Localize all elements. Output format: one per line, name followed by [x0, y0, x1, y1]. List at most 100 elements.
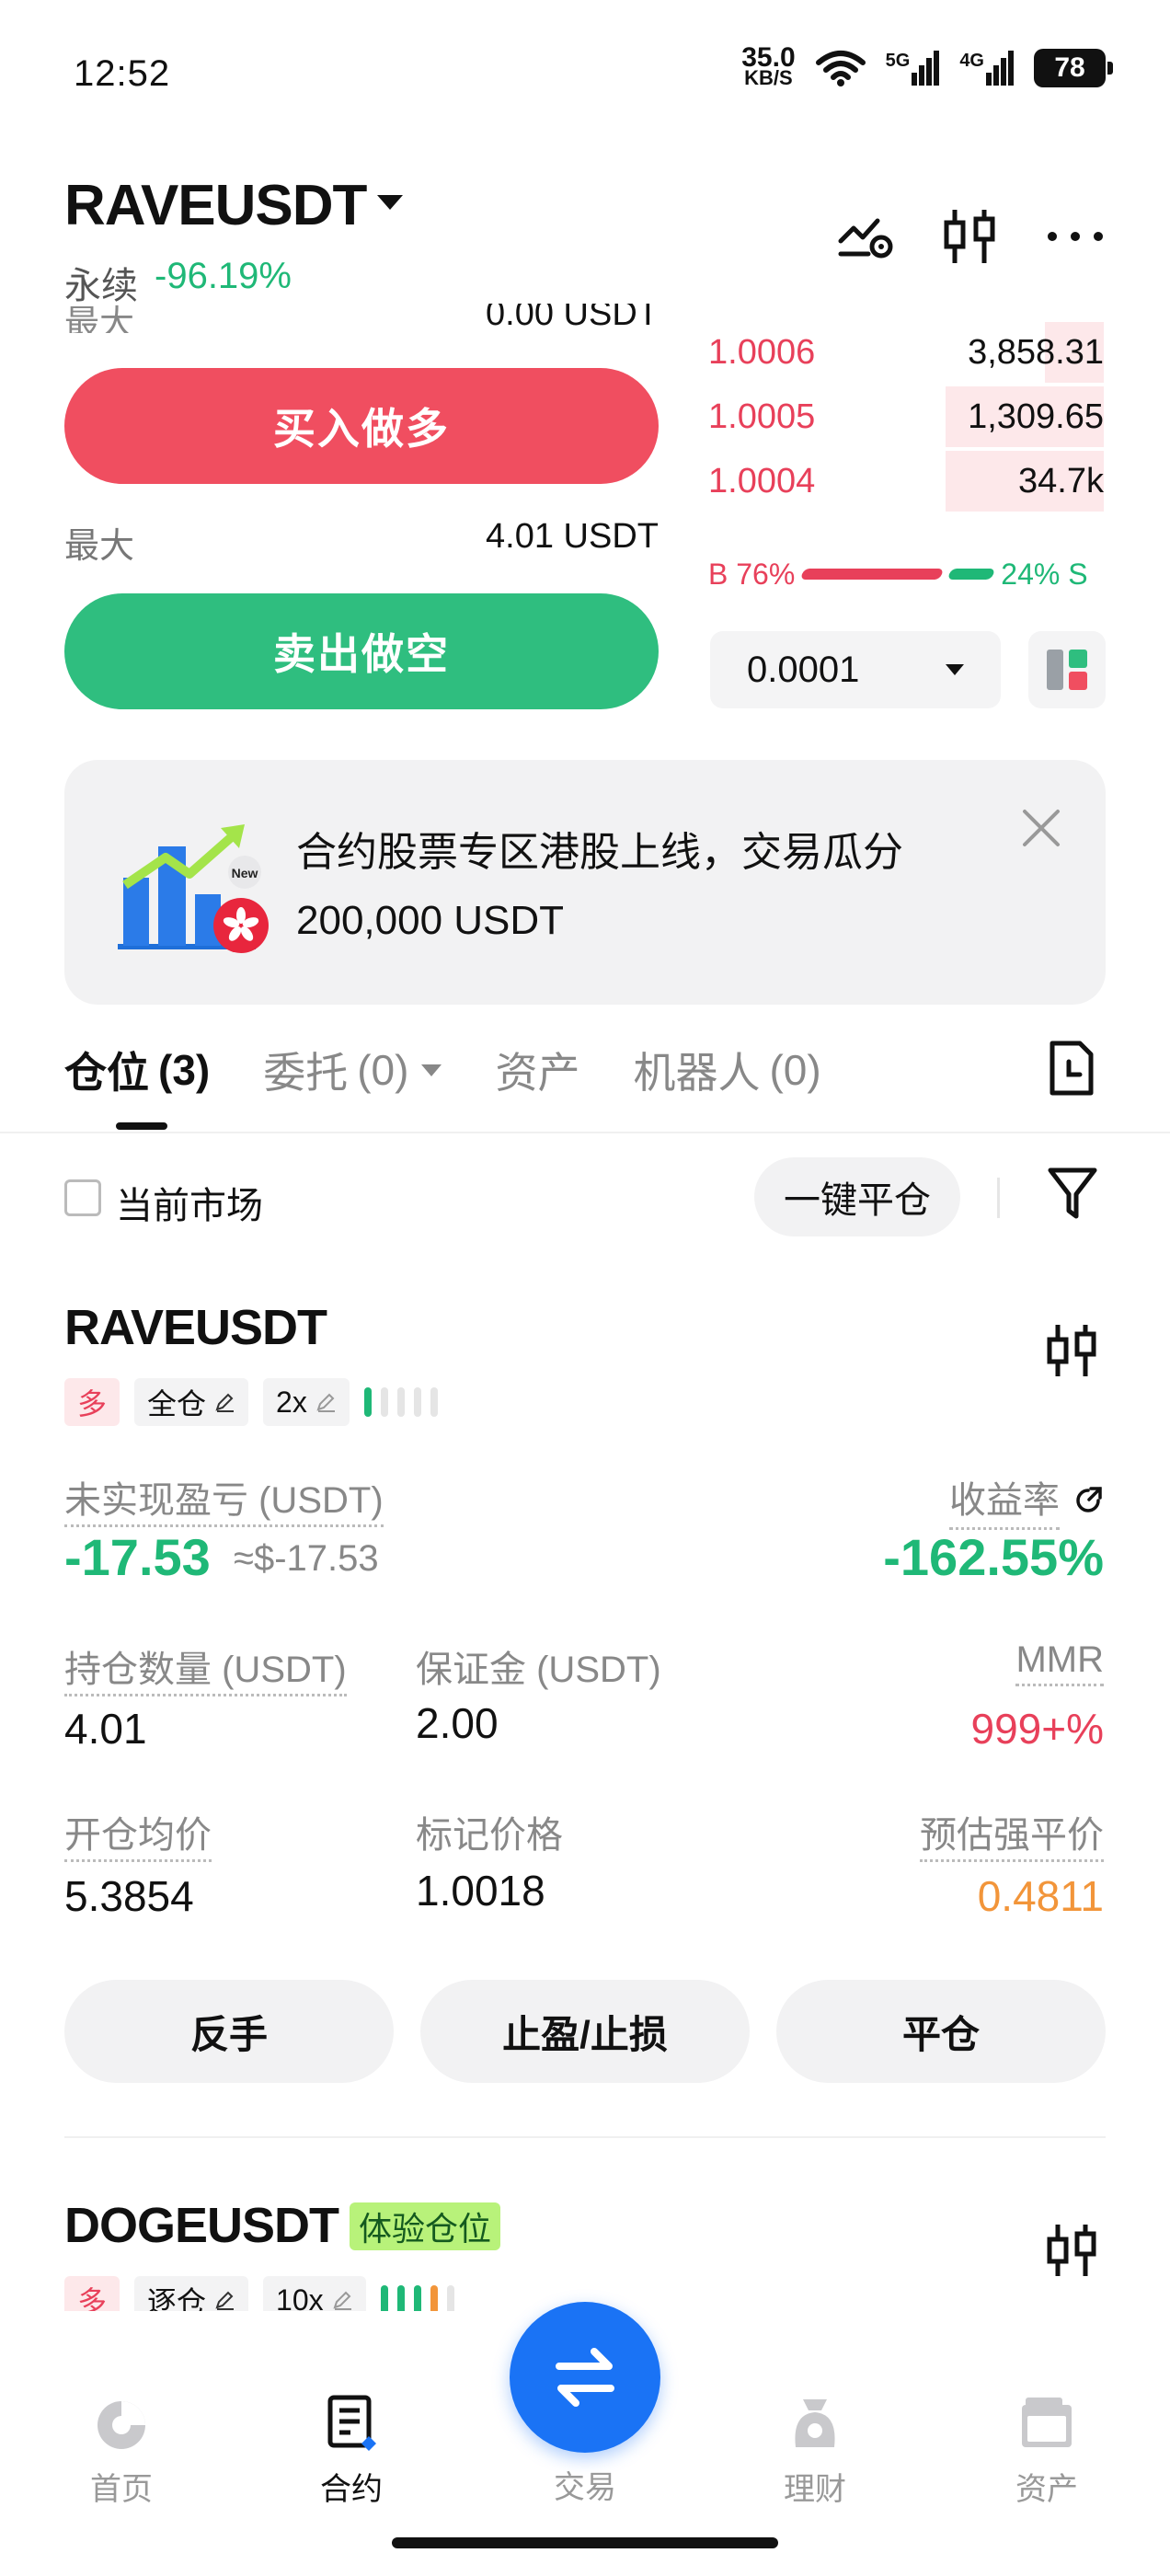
net-speed-value: 35.0 — [741, 42, 796, 73]
tpsl-button[interactable]: 止盈/止损 — [420, 1980, 750, 2083]
divider — [0, 1132, 1170, 1133]
home-indicator[interactable] — [392, 2537, 778, 2548]
stock-chart-illustration: New — [118, 824, 269, 953]
tab-positions[interactable]: 仓位 (3) — [64, 1040, 210, 1100]
layout-icon — [1047, 650, 1087, 690]
roe-label-wrap: 收益率 — [949, 1470, 1104, 1530]
tab-positions-count: (3) — [158, 1046, 211, 1094]
buy-long-button[interactable]: 买入做多 — [64, 368, 659, 484]
buy-ratio-label: B 76% — [708, 557, 796, 591]
signal-5g-icon: 5G — [886, 51, 940, 86]
caret-down-icon — [421, 1064, 442, 1076]
edit-icon — [333, 2291, 351, 2310]
nav-trade-label[interactable]: 交易 — [510, 2462, 660, 2507]
entry-label-wrap: 开仓均价 — [64, 1805, 212, 1862]
orderbook-layout-button[interactable] — [1028, 631, 1106, 708]
divider — [64, 2136, 1106, 2138]
roe-value: -162.55% — [883, 1528, 1104, 1586]
strategy-chart-icon[interactable] — [835, 204, 900, 269]
size-value: 4.01 — [64, 1705, 147, 1753]
mmr-label-wrap: MMR — [1015, 1639, 1104, 1686]
signal-5g-label: 5G — [885, 51, 911, 71]
unrealized-pnl: -17.53 — [64, 1528, 211, 1586]
trade-fab-button[interactable] — [510, 2302, 660, 2453]
price-change: -96.19% — [155, 256, 292, 296]
perpetual-label: 永续 — [64, 266, 138, 306]
kline-icon[interactable] — [938, 204, 1003, 269]
more-icon[interactable] — [1043, 204, 1107, 269]
status-indicators: 35.0 KB/S 5G 4G 78 — [741, 42, 1113, 89]
banner-line2: 200,000 USDT — [296, 898, 565, 943]
entry-price-label[interactable]: 开仓均价 — [64, 1815, 212, 1862]
tab-orders-label: 委托 — [263, 1049, 349, 1097]
margin-mode-tag[interactable]: 全仓 — [134, 1378, 249, 1426]
ask-price: 1.0006 — [708, 332, 816, 372]
precision-select[interactable]: 0.0001 — [710, 631, 1001, 708]
current-market-label[interactable]: 当前市场 — [116, 1176, 263, 1229]
max-label: 最大 — [64, 305, 135, 333]
current-market-checkbox[interactable] — [64, 1179, 101, 1216]
sell-ratio-bar — [947, 569, 996, 580]
position-symbol[interactable]: RAVEUSDT — [64, 1299, 327, 1356]
size-label[interactable]: 持仓数量 (USDT) — [64, 1650, 347, 1696]
position-tabs: 仓位 (3) 委托 (0) 资产 机器人 (0) — [64, 1040, 821, 1100]
mmr-label[interactable]: MMR — [1015, 1639, 1104, 1686]
close-position-button[interactable]: 平仓 — [776, 1980, 1106, 2083]
nav-assets[interactable]: 资产 — [982, 2392, 1111, 2509]
order-history-icon[interactable] — [1045, 1040, 1098, 1097]
close-icon[interactable] — [1017, 804, 1065, 852]
mark-price-value: 1.0018 — [416, 1867, 545, 1915]
nav-earn-label: 理财 — [784, 2472, 846, 2507]
risk-segment — [363, 1387, 372, 1417]
share-icon[interactable] — [1072, 1485, 1104, 1516]
leverage-tag[interactable]: 2x — [263, 1378, 350, 1426]
tab-assets[interactable]: 资产 — [495, 1040, 579, 1100]
ask-row[interactable]: 1.0005 1,309.65 — [708, 385, 1104, 449]
risk-segment — [396, 1387, 405, 1417]
net-speed-unit: KB/S — [744, 66, 793, 89]
ask-qty: 3,858.31 — [968, 332, 1104, 372]
kline-icon[interactable] — [1043, 2221, 1100, 2280]
nav-assets-label: 资产 — [1015, 2472, 1078, 2507]
caret-down-icon[interactable] — [377, 195, 403, 210]
margin-label: 保证金 (USDT) — [416, 1650, 661, 1690]
entry-price-value: 5.3854 — [64, 1872, 194, 1920]
buy-sell-ratio: B 76% 24% S — [708, 556, 1104, 592]
side-tag: 多 — [64, 1378, 120, 1426]
reverse-button[interactable]: 反手 — [64, 1980, 394, 2083]
battery-icon: 78 — [1034, 49, 1113, 87]
roe-label[interactable]: 收益率 — [949, 1470, 1060, 1530]
caret-down-icon — [946, 664, 964, 675]
nav-futures[interactable]: 合约 — [287, 2392, 416, 2509]
tab-bots-label: 机器人 — [633, 1049, 761, 1097]
ask-price: 1.0004 — [708, 461, 816, 500]
ask-qty: 1,309.65 — [968, 397, 1104, 436]
tab-assets-label: 资产 — [495, 1049, 580, 1097]
position-symbol[interactable]: DOGEUSDT — [64, 2197, 339, 2254]
kline-icon[interactable] — [1043, 1321, 1100, 1380]
tab-bots[interactable]: 机器人 (0) — [633, 1040, 820, 1100]
risk-meter — [363, 1387, 438, 1417]
unrealized-pnl-label[interactable]: 未实现盈亏 (USDT) — [64, 1480, 384, 1527]
nav-earn[interactable]: 理财 — [751, 2392, 879, 2509]
ask-row[interactable]: 1.0006 3,858.31 — [708, 320, 1104, 385]
filter-icon[interactable] — [1047, 1165, 1098, 1222]
trial-position-badge: 体验仓位 — [350, 2202, 501, 2250]
swap-icon — [556, 2348, 614, 2407]
signal-4g-label: 4G — [959, 51, 984, 71]
close-all-button[interactable]: 一键平仓 — [754, 1157, 960, 1236]
banner-line1: 合约股票专区港股上线，交易瓜分 — [296, 830, 903, 875]
position-tags: 多 全仓 2x — [64, 1378, 438, 1426]
ask-row[interactable]: 1.0004 34.7k — [708, 449, 1104, 513]
ask-qty: 34.7k — [1018, 461, 1104, 500]
leverage-label: 2x — [276, 1385, 307, 1419]
max-row: 最大 4.01 USDT — [64, 517, 659, 568]
net-speed: 35.0 KB/S — [741, 42, 796, 89]
pair-selector[interactable]: RAVEUSDT — [64, 173, 367, 238]
nav-home[interactable]: 首页 — [57, 2392, 186, 2509]
sell-short-button[interactable]: 卖出做空 — [64, 593, 659, 709]
tab-positions-label: 仓位 — [64, 1049, 149, 1097]
liq-price-label[interactable]: 预估强平价 — [920, 1815, 1104, 1862]
status-time: 12:52 — [74, 53, 171, 94]
tab-orders[interactable]: 委托 (0) — [263, 1040, 442, 1100]
